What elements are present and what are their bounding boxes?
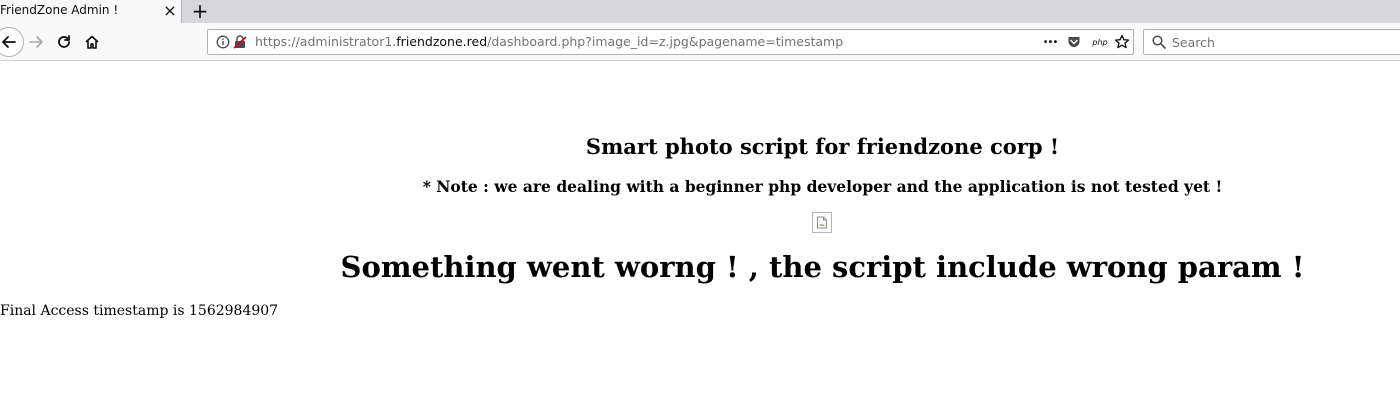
bookmark-star-icon[interactable] bbox=[1114, 34, 1130, 50]
search-placeholder: Search bbox=[1172, 35, 1215, 50]
url-path: /dashboard.php?image_id=z.jpg&pagename=t… bbox=[487, 34, 844, 49]
php-extension-icon[interactable]: php bbox=[1089, 34, 1111, 50]
info-icon[interactable] bbox=[215, 34, 231, 50]
url-domain: friendzone.red bbox=[396, 34, 488, 49]
timestamp-line: Final Access timestamp is 1562984907 bbox=[0, 303, 279, 319]
home-icon bbox=[85, 35, 99, 49]
search-bar[interactable]: Search bbox=[1143, 29, 1400, 55]
page-content: Smart photo script for friendzone corp !… bbox=[0, 61, 1400, 410]
forward-button[interactable] bbox=[24, 30, 48, 54]
url-host-prefix: https://administrator1. bbox=[255, 34, 397, 49]
search-icon bbox=[1151, 34, 1167, 50]
navigation-toolbar: https://administrator1.friendzone.red/da… bbox=[0, 23, 1400, 61]
developer-note: * Note : we are dealing with a beginner … bbox=[422, 177, 1223, 196]
tab-title: FriendZone Admin ! bbox=[0, 3, 119, 17]
url-bar[interactable]: https://administrator1.friendzone.red/da… bbox=[207, 29, 1134, 55]
tab-strip: FriendZone Admin ! × + bbox=[0, 0, 1400, 23]
new-tab-icon[interactable]: + bbox=[189, 0, 211, 22]
browser-chrome: FriendZone Admin ! × + https://administr… bbox=[0, 0, 1400, 61]
broken-image-icon bbox=[812, 212, 832, 233]
forward-arrow-icon bbox=[29, 36, 43, 48]
back-button[interactable] bbox=[0, 27, 24, 57]
error-message: Something went worng ! , the script incl… bbox=[340, 250, 1305, 284]
page-title: Smart photo script for friendzone corp ! bbox=[585, 134, 1060, 159]
back-arrow-icon bbox=[2, 36, 16, 48]
page-actions-icon[interactable]: ••• bbox=[1041, 34, 1059, 50]
close-tab-icon[interactable]: × bbox=[160, 1, 180, 21]
url-text[interactable]: https://administrator1.friendzone.red/da… bbox=[255, 34, 843, 49]
tab-friendzone-admin[interactable]: FriendZone Admin ! × bbox=[0, 0, 182, 23]
reload-button[interactable] bbox=[52, 30, 76, 54]
pocket-icon[interactable] bbox=[1066, 34, 1082, 50]
home-button[interactable] bbox=[80, 30, 104, 54]
reload-icon bbox=[58, 35, 70, 48]
insecure-lock-icon[interactable] bbox=[232, 34, 248, 50]
